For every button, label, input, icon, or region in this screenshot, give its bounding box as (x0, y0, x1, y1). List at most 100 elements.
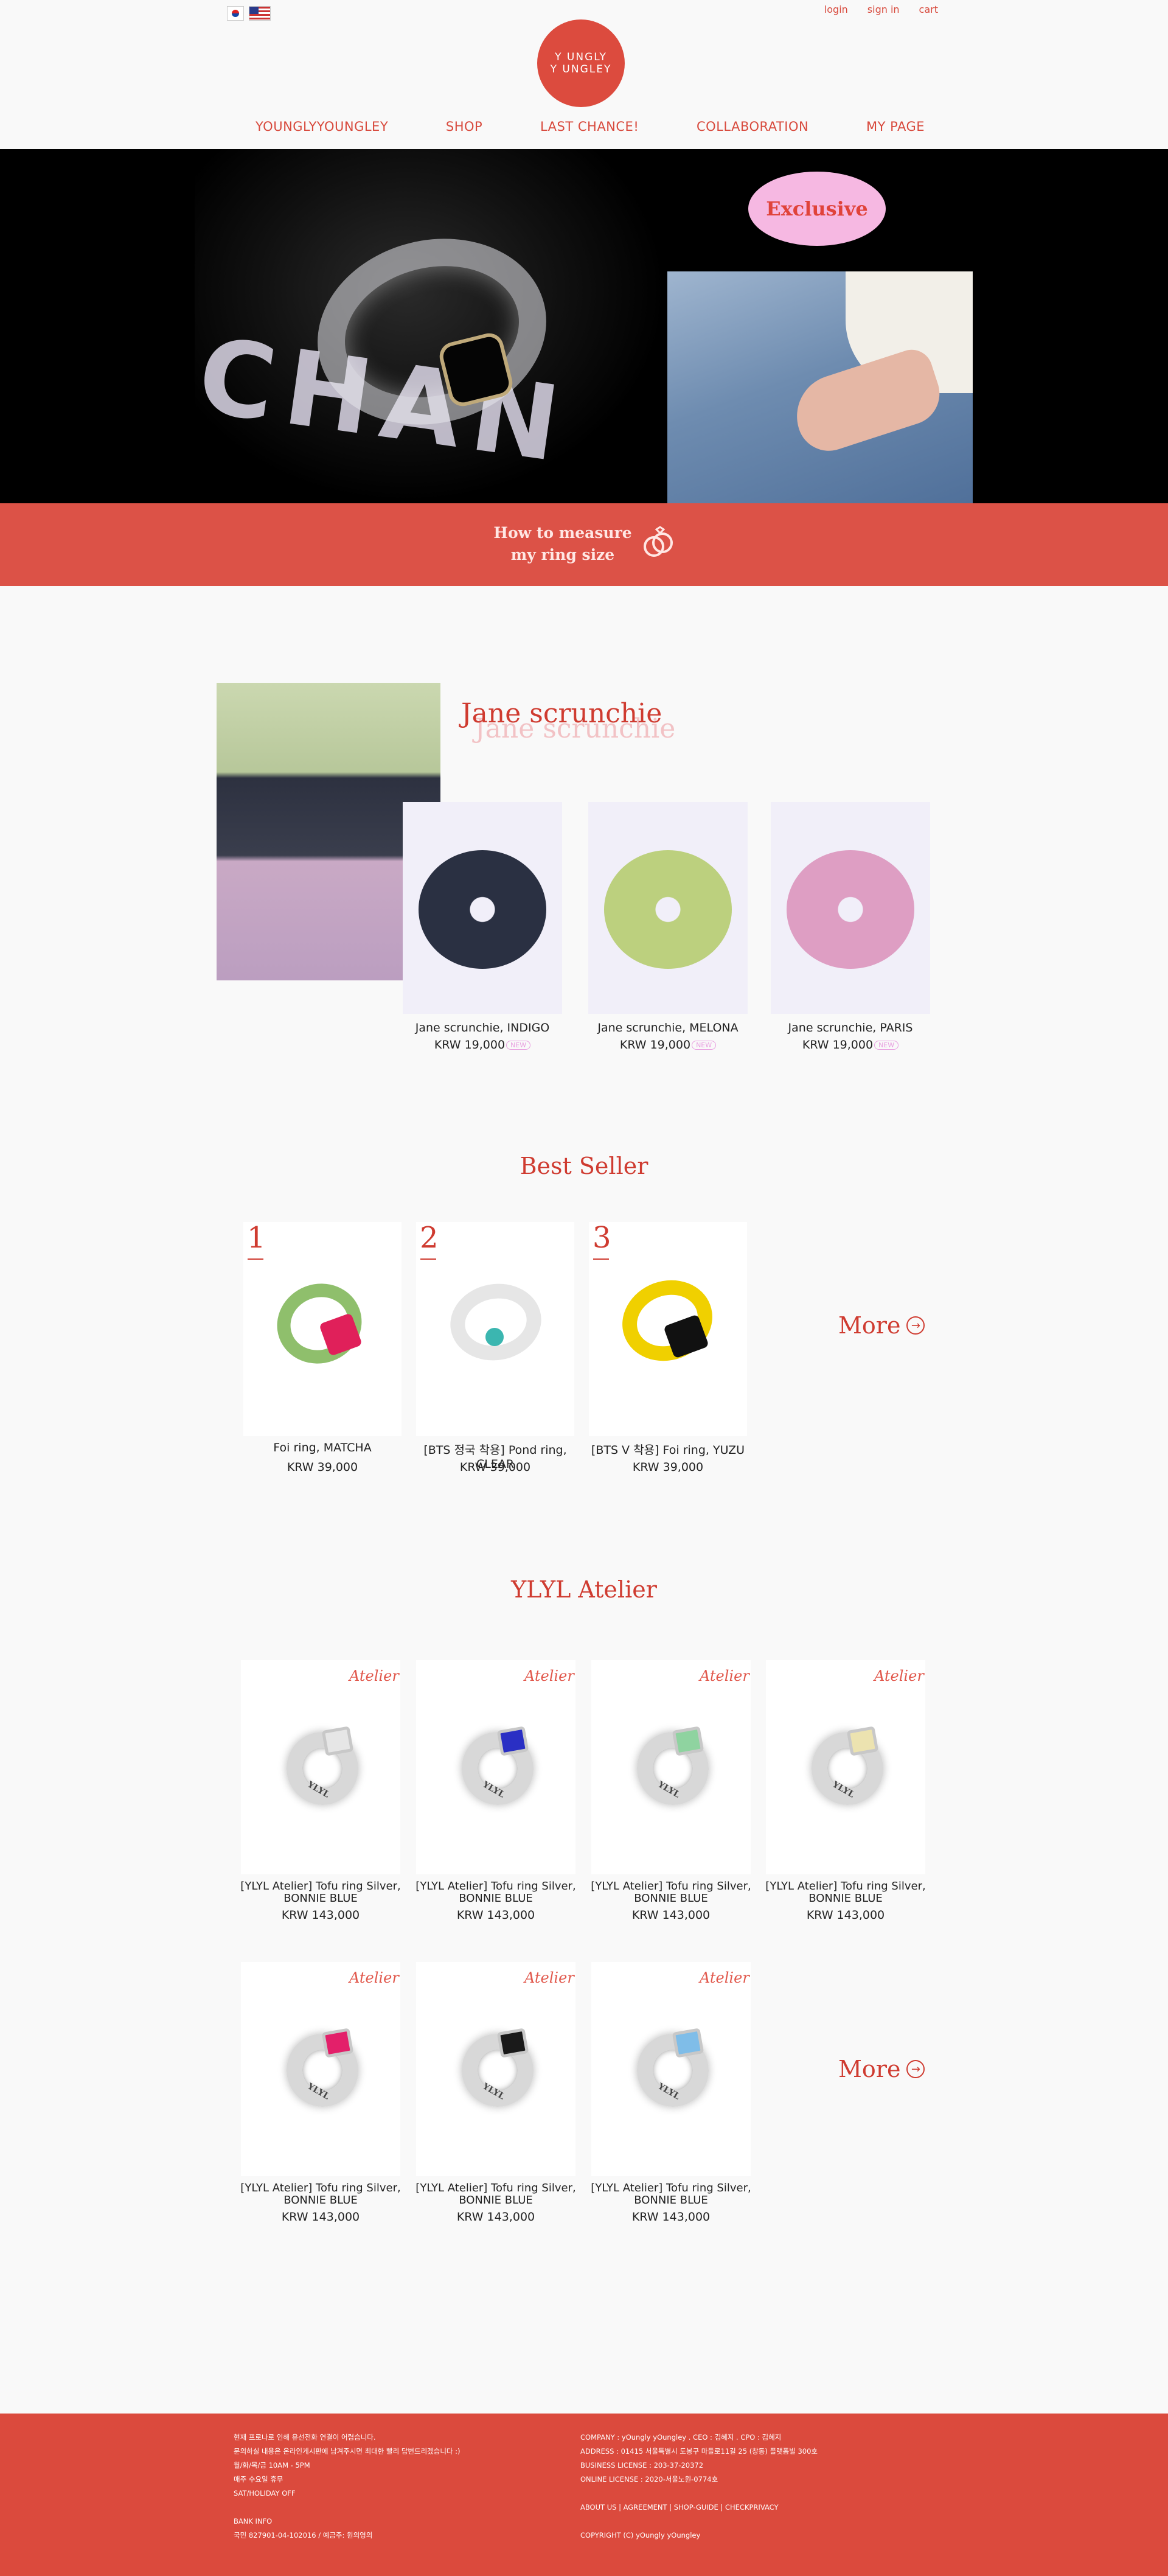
exclusive-badge: Exclusive (748, 172, 886, 246)
footer-line (580, 2515, 921, 2529)
logo-line-1: Y UNGLY (555, 51, 607, 63)
nav-item-shop[interactable]: SHOP (446, 119, 482, 134)
footer-line[interactable]: ABOUT US | AGREEMENT | SHOP-GUIDE | CHEC… (580, 2501, 921, 2515)
scrunchie-paris-image (787, 850, 914, 969)
product-price: KRW 39,000 (632, 1461, 704, 1474)
brand-logo[interactable]: Y UNGLY Y UNGLEY (537, 19, 625, 107)
atelier-title: YLYL Atelier (511, 1576, 657, 1603)
price-value: KRW 19,000 (434, 1038, 506, 1052)
new-badge: NEW (874, 1041, 899, 1050)
product-name[interactable]: [YLYL Atelier] Tofu ring Silver, BONNIE B… (754, 1880, 937, 1905)
rank-number: 1 (247, 1221, 266, 1255)
footer-line: 국민 827901-04-102016 / 예금주: 원의영의 (234, 2531, 373, 2539)
new-badge: NEW (506, 1041, 531, 1050)
atelier-tag: Atelier (349, 1969, 399, 1986)
best-seller-title: Best Seller (520, 1153, 648, 1179)
product-name-line-2: BONNIE BLUE (634, 2194, 708, 2207)
footer-line (234, 2501, 574, 2515)
ring-stone-image (485, 1328, 504, 1346)
rank-number: 3 (593, 1221, 611, 1255)
best-seller-more-button[interactable]: More → (838, 1312, 925, 1339)
product-name-line-2: BONNIE BLUE (283, 1892, 358, 1905)
footer-line: COPYRIGHT (C) yOungly yOungley (580, 2531, 701, 2539)
nav-item-collaboration[interactable]: COLLABORATION (697, 119, 808, 134)
ring-stone-image (846, 1726, 879, 1756)
footer-line: COMPANY : yOungly yOungley . CEO : 김혜지 .… (580, 2433, 782, 2442)
scrunchie-melona-image (604, 850, 732, 969)
product-name[interactable]: [YLYL Atelier] Tofu ring Silver, BONNIE B… (579, 1880, 763, 1905)
product-name-line-2: BONNIE BLUE (634, 1892, 708, 1905)
cart-link[interactable]: cart (919, 4, 938, 15)
ring-stone-image (496, 1726, 529, 1756)
arrow-right-icon: → (906, 2060, 925, 2078)
product-name[interactable]: [BTS V 착용] Foi ring, YUZU (577, 1441, 759, 1457)
atelier-tag: Atelier (874, 1667, 924, 1684)
ring-stone-image (496, 2028, 529, 2058)
price-value: KRW 19,000 (802, 1038, 874, 1052)
atelier-tag: Atelier (700, 1667, 749, 1684)
main-nav: YOUNGLYYOUNGLEY SHOP LAST CHANCE! COLLAB… (255, 119, 925, 134)
product-name[interactable]: [YLYL Atelier] Tofu ring Silver, BONNIE B… (229, 2182, 412, 2207)
product-name[interactable]: Jane scrunchie, PARIS (759, 1021, 942, 1035)
product-price: KRW 143,000 (631, 2210, 711, 2224)
footer-line: BUSINESS LICENSE : 203-37-20372 (580, 2461, 704, 2470)
footer-line: 문의하실 내용은 온라인게시판에 남겨주시면 최대한 빨리 답변드리겠습니다 :… (234, 2447, 461, 2456)
footer-line (580, 2487, 921, 2501)
scrunchie-indigo-image (419, 850, 546, 969)
nav-item-last-chance[interactable]: LAST CHANCE! (540, 119, 639, 134)
atelier-tag: Atelier (349, 1667, 399, 1684)
nav-item-brand[interactable]: YOUNGLYYOUNGLEY (255, 119, 388, 134)
rings-icon (644, 526, 673, 557)
product-name[interactable]: Foi ring, MATCHA (231, 1441, 414, 1454)
atelier-tag: Atelier (524, 1667, 574, 1684)
ring-stone-image (672, 1726, 704, 1756)
product-name-line-1: [YLYL Atelier] Tofu ring Silver, (240, 2182, 401, 2194)
new-badge: NEW (692, 1041, 717, 1050)
product-name-line-1: [YLYL Atelier] Tofu ring Silver, (591, 1880, 751, 1893)
footer-company-info: COMPANY : yOungly yOungley . CEO : 김혜지 .… (580, 2431, 921, 2543)
more-label: More (838, 1312, 901, 1339)
footer-contact: 현재 프로나로 인해 유선전화 연결이 어렵습니다. 문의하실 내용은 온라인게시… (234, 2431, 574, 2543)
product-name-line-1: [YLYL Atelier] Tofu ring Silver, (415, 1880, 576, 1893)
ring-stone-image (321, 1726, 354, 1756)
product-price: KRW 143,000 (281, 2210, 360, 2224)
footer-line: 매주 수요일 휴무 (234, 2475, 283, 2484)
arrow-right-icon: → (906, 1316, 925, 1335)
footer-line: ONLINE LICENSE : 2020-서울노원-0774호 (580, 2475, 718, 2484)
language-switcher (227, 6, 271, 21)
product-price: KRW 19,000 NEW (391, 1038, 574, 1052)
price-value: KRW 19,000 (619, 1038, 691, 1052)
korean-flag-icon[interactable] (227, 6, 244, 21)
footer-line: 현재 프로나로 인해 유선전화 연결이 어렵습니다. (234, 2433, 376, 2442)
us-flag-icon[interactable] (249, 6, 271, 21)
rank-underline (593, 1258, 609, 1260)
jane-section-title: Jane scrunchie (461, 698, 662, 729)
footer-line: 월/화/목/금 10AM - 5PM (234, 2461, 310, 2470)
footer-line: ADDRESS : 01415 서울특별시 도봉구 마들로11길 25 (창동)… (580, 2447, 818, 2456)
product-price: KRW 19,000 NEW (576, 1038, 760, 1052)
product-price: KRW 39,000 (287, 1461, 358, 1474)
product-name[interactable]: [YLYL Atelier] Tofu ring Silver, BONNIE B… (404, 2182, 588, 2207)
product-name[interactable]: [YLYL Atelier] Tofu ring Silver, BONNIE B… (404, 1880, 588, 1905)
signin-link[interactable]: sign in (867, 4, 900, 15)
product-name[interactable]: Jane scrunchie, INDIGO (391, 1021, 574, 1035)
top-links: login sign in cart (824, 4, 938, 15)
login-link[interactable]: login (824, 4, 848, 15)
more-label: More (838, 2056, 901, 2082)
product-name[interactable]: [YLYL Atelier] Tofu ring Silver, BONNIE B… (229, 1880, 412, 1905)
product-price: KRW 143,000 (456, 1908, 535, 1922)
nav-item-my-page[interactable]: MY PAGE (866, 119, 925, 134)
product-name-line-1: [YLYL Atelier] Tofu ring Silver, (415, 2182, 576, 2194)
logo-line-2: Y UNGLEY (550, 63, 612, 75)
footer-line: SAT/HOLIDAY OFF (234, 2489, 296, 2497)
ring-stone-image (672, 2028, 704, 2058)
product-name[interactable]: [YLYL Atelier] Tofu ring Silver, BONNIE B… (579, 2182, 763, 2207)
ring-size-line-1: How to measure (493, 524, 632, 542)
product-price: KRW 143,000 (806, 1908, 885, 1922)
product-name[interactable]: Jane scrunchie, MELONA (576, 1021, 760, 1035)
product-price: KRW 143,000 (631, 1908, 711, 1922)
rank-underline (248, 1258, 263, 1260)
product-price: KRW 143,000 (456, 2210, 535, 2224)
product-name-line-2: BONNIE BLUE (283, 2194, 358, 2207)
atelier-more-button[interactable]: More → (838, 2056, 925, 2082)
